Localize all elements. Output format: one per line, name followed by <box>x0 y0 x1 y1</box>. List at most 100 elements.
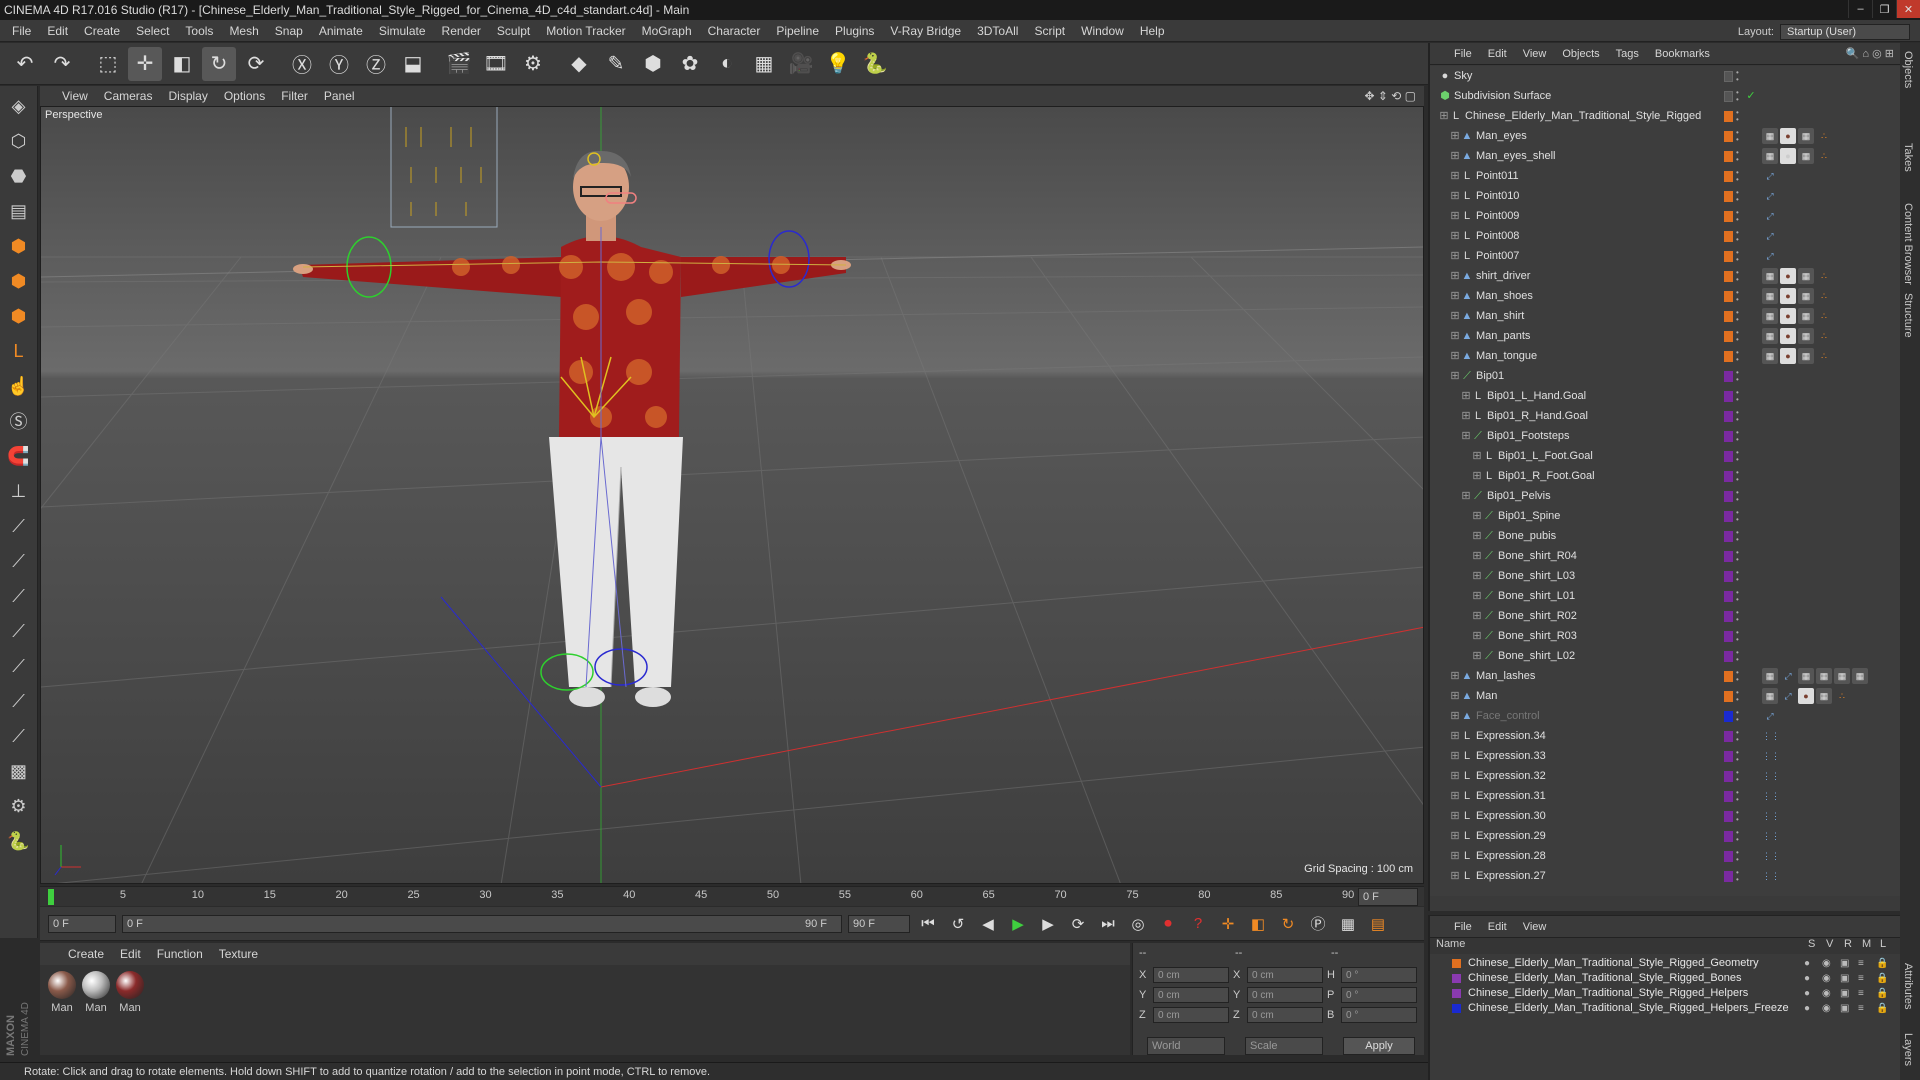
xp-tag-icon[interactable]: ⋮⋮ <box>1762 748 1780 764</box>
ck-tag-icon[interactable]: ▦ <box>1798 128 1814 144</box>
menu-snap[interactable]: Snap <box>267 20 311 42</box>
apply-button[interactable]: Apply <box>1343 1037 1415 1055</box>
solo-toggle-icon[interactable]: ● <box>1804 986 1810 1001</box>
object-row-bip01-r-hand-goal[interactable]: ⊞ L Bip01_R_Hand.Goal • • <box>1430 406 1900 426</box>
object-row-expression-31[interactable]: ⊞ L Expression.31 • • ⋮⋮ <box>1430 786 1900 806</box>
key-pla-icon[interactable]: ▦ <box>1336 912 1360 936</box>
object-name[interactable]: Point007 <box>1476 246 1519 266</box>
layer-name[interactable]: Chinese_Elderly_Man_Traditional_Style_Ri… <box>1468 1001 1789 1016</box>
layer-color-flag[interactable] <box>1724 251 1733 262</box>
layer-color-swatch[interactable] <box>1452 959 1461 968</box>
render-picture-viewer-icon[interactable]: 🎞 <box>479 47 513 81</box>
layer-color-flag[interactable] <box>1724 271 1733 282</box>
ck-tag-icon[interactable]: ▦ <box>1834 668 1850 684</box>
visibility-dots[interactable]: • • <box>1736 649 1742 664</box>
visibility-dots[interactable]: • • <box>1736 389 1742 404</box>
manager-toggle-icon[interactable]: ≡ <box>1858 986 1864 1001</box>
layer-color-flag[interactable] <box>1724 631 1733 642</box>
object-name[interactable]: Man <box>1476 686 1497 706</box>
joint-tool-icon[interactable]: ⟋ <box>3 510 35 542</box>
model-mode-icon[interactable]: ◈ <box>3 90 35 122</box>
layer-color-flag[interactable] <box>1724 531 1733 542</box>
mat-tag-icon[interactable]: ● <box>1780 348 1796 364</box>
mat2-tag-icon[interactable]: ● <box>1780 148 1796 164</box>
repeat-icon[interactable]: ⟳ <box>1066 912 1090 936</box>
object-name[interactable]: Expression.29 <box>1476 826 1546 846</box>
layer-color-flag[interactable] <box>1724 871 1733 882</box>
object-name[interactable]: Bone_shirt_L01 <box>1498 586 1575 606</box>
mat-tag-icon[interactable]: ● <box>1780 288 1796 304</box>
checker-icon[interactable]: ▩ <box>3 755 35 787</box>
layer-name[interactable]: Chinese_Elderly_Man_Traditional_Style_Ri… <box>1468 986 1748 1001</box>
manager-toggle-icon[interactable]: ≡ <box>1858 1001 1864 1016</box>
object-menu-objects[interactable]: Objects <box>1554 43 1607 65</box>
points-mode-icon[interactable]: ⬢ <box>3 230 35 262</box>
visibility-dots[interactable]: • • <box>1736 669 1742 684</box>
render-settings-icon[interactable]: ⚙ <box>516 47 550 81</box>
object-name[interactable]: Expression.32 <box>1476 766 1546 786</box>
layer-color-flag[interactable] <box>1724 851 1733 862</box>
object-menu-view[interactable]: View <box>1515 43 1555 65</box>
visibility-dots[interactable]: • • <box>1736 789 1742 804</box>
solo-toggle-icon[interactable]: ● <box>1804 1001 1810 1016</box>
mat-tag-icon[interactable]: ● <box>1780 128 1796 144</box>
end-frame-field[interactable]: 90 F <box>848 914 910 933</box>
ck-tag-icon[interactable]: ▦ <box>1798 148 1814 164</box>
ck-tag-icon[interactable]: ▦ <box>1798 268 1814 284</box>
object-menu-file[interactable]: File <box>1446 43 1480 65</box>
ck-tag-icon[interactable]: ▦ <box>1798 328 1814 344</box>
visibility-dots[interactable]: • • <box>1736 589 1742 604</box>
visibility-dots[interactable]: • • <box>1736 189 1742 204</box>
prev-frame-icon[interactable]: ◀ <box>976 912 1000 936</box>
key-move-icon[interactable]: ✛ <box>1216 912 1240 936</box>
object-row-man-eyes[interactable]: ⊞ ▲ Man_eyes • • ▦ ● ▦ ∴ <box>1430 126 1900 146</box>
light-icon[interactable]: 💡 <box>821 47 855 81</box>
layer-color-flag[interactable] <box>1724 331 1733 342</box>
object-menu-bookmarks[interactable]: Bookmarks <box>1647 43 1718 65</box>
object-name[interactable]: Bip01 <box>1476 366 1504 386</box>
object-name[interactable]: Bip01_R_Hand.Goal <box>1487 406 1588 426</box>
layer-color-flag[interactable] <box>1724 731 1733 742</box>
layer-color-flag[interactable] <box>1724 431 1733 442</box>
recent-tool-icon[interactable]: ⟳ <box>239 47 273 81</box>
record-icon[interactable]: ⏺ <box>1156 912 1180 936</box>
object-row-man-tongue[interactable]: ⊞ ▲ Man_tongue • • ▦ ● ▦ ∴ <box>1430 346 1900 366</box>
object-row-shirt-driver[interactable]: ⊞ ▲ shirt_driver • • ▦ ● ▦ ∴ <box>1430 266 1900 286</box>
object-name[interactable]: Bone_shirt_R04 <box>1498 546 1577 566</box>
visibility-dots[interactable]: • • <box>1736 69 1742 84</box>
solo-toggle-icon[interactable]: ● <box>1804 956 1810 971</box>
layer-row[interactable]: Chinese_Elderly_Man_Traditional_Style_Ri… <box>1430 1001 1900 1016</box>
visible-toggle-icon[interactable]: ◉ <box>1822 1001 1831 1016</box>
ck-tag-icon[interactable]: ▦ <box>1798 288 1814 304</box>
menu-character[interactable]: Character <box>700 20 769 42</box>
visibility-dots[interactable]: • • <box>1736 329 1742 344</box>
edges-mode-icon[interactable]: ⬢ <box>3 265 35 297</box>
object-name[interactable]: Bip01_L_Foot.Goal <box>1498 446 1593 466</box>
object-row-point010[interactable]: ⊞ L Point010 • • ⤢ <box>1430 186 1900 206</box>
layer-color-swatch[interactable] <box>1452 974 1461 983</box>
side-tab-objects[interactable]: Objects <box>1902 51 1914 88</box>
menu-tools[interactable]: Tools <box>177 20 221 42</box>
layer-color-flag[interactable] <box>1724 411 1733 422</box>
object-name[interactable]: Point011 <box>1476 166 1519 186</box>
object-row-expression-33[interactable]: ⊞ L Expression.33 • • ⋮⋮ <box>1430 746 1900 766</box>
timeline-ruler[interactable]: 051015202530354045505560657075808590 0 F <box>40 886 1424 906</box>
viewport-menu-options[interactable]: Options <box>216 85 273 107</box>
tweak-mode-icon[interactable]: ☝ <box>3 370 35 402</box>
menu-select[interactable]: Select <box>128 20 177 42</box>
object-row-man-pants[interactable]: ⊞ ▲ Man_pants • • ▦ ● ▦ ∴ <box>1430 326 1900 346</box>
pin-tag-icon[interactable]: ⤢ <box>1762 208 1778 224</box>
object-row-point011[interactable]: ⊞ L Point011 • • ⤢ <box>1430 166 1900 186</box>
object-name[interactable]: Man_lashes <box>1476 666 1535 686</box>
ck-tag-icon[interactable]: ▦ <box>1762 688 1778 704</box>
object-row-bip01-r-foot-goal[interactable]: ⊞ L Bip01_R_Foot.Goal • • <box>1430 466 1900 486</box>
paint-tool-icon[interactable]: ⟋ <box>3 650 35 682</box>
ck-tag-icon[interactable]: ▦ <box>1798 308 1814 324</box>
layer-color-flag[interactable] <box>1724 831 1733 842</box>
pin-tag-icon[interactable]: ⤢ <box>1762 188 1778 204</box>
object-name[interactable]: Bip01_Pelvis <box>1487 486 1551 506</box>
locked-toggle-icon[interactable]: 🔒 <box>1876 986 1888 1001</box>
texture-mode-icon[interactable]: ⬣ <box>3 160 35 192</box>
menu-plugins[interactable]: Plugins <box>827 20 882 42</box>
layer-menu-view[interactable]: View <box>1515 916 1555 938</box>
